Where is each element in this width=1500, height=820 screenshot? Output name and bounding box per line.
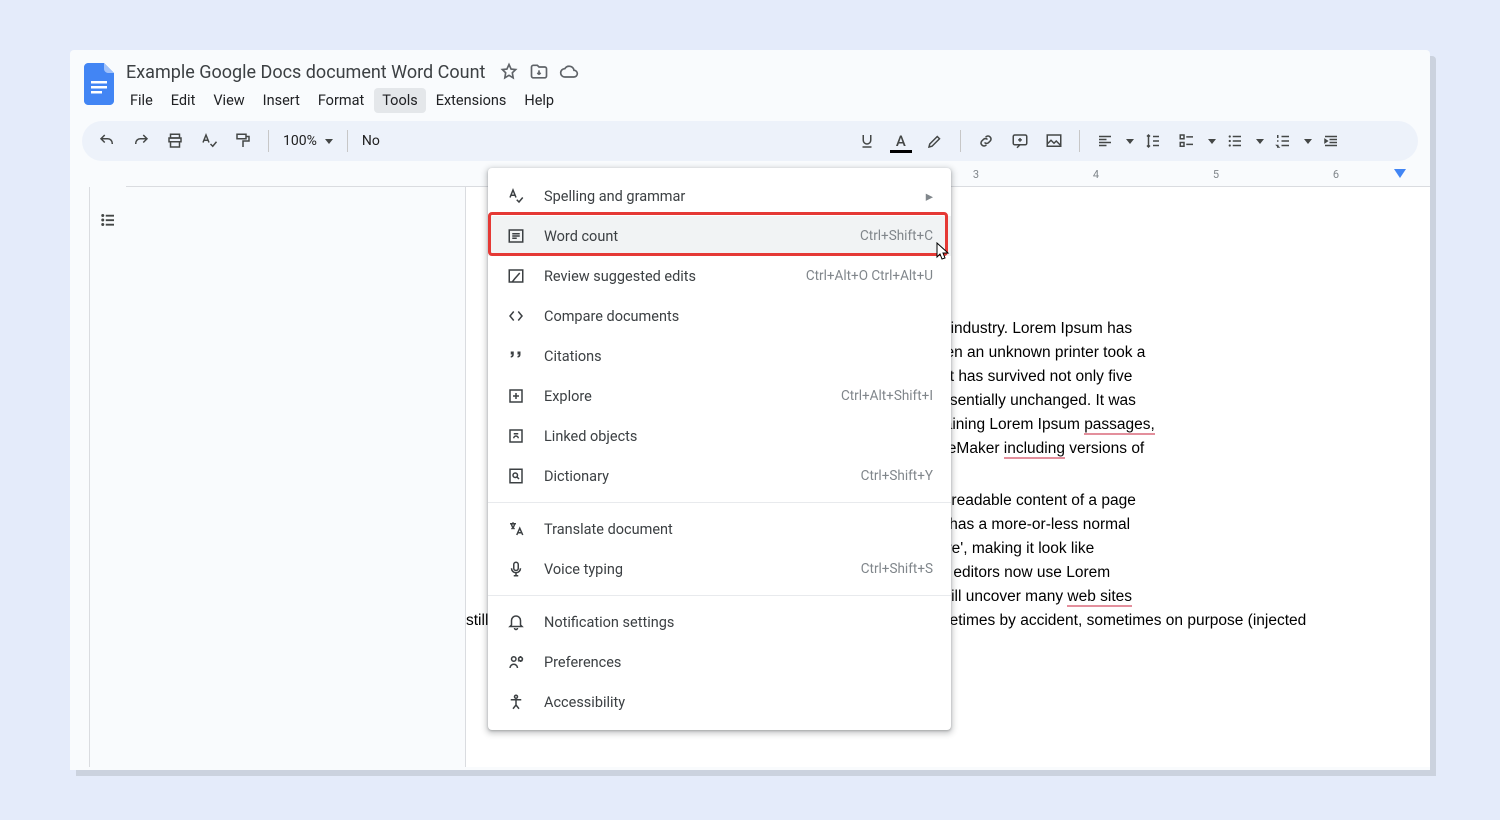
- tools-menu-item[interactable]: Word count Ctrl+Shift+C: [488, 216, 951, 256]
- menu-edit[interactable]: Edit: [163, 88, 204, 113]
- menu-item-label: Translate document: [544, 521, 933, 538]
- menu-insert[interactable]: Insert: [255, 88, 308, 113]
- dict-icon: [506, 467, 526, 485]
- menu-item-label: Explore: [544, 388, 823, 405]
- move-folder-icon[interactable]: [529, 62, 549, 82]
- menu-bar: File Edit View Insert Format Tools Exten…: [122, 88, 1418, 113]
- add-comment-button[interactable]: [1005, 126, 1035, 156]
- explore-icon: [506, 387, 526, 405]
- menu-shortcut: Ctrl+Shift+Y: [861, 468, 933, 484]
- spellcheck-button[interactable]: [194, 126, 224, 156]
- menu-tools[interactable]: Tools: [374, 88, 426, 113]
- menu-item-label: Review suggested edits: [544, 268, 788, 285]
- submenu-arrow-icon: ▸: [926, 188, 933, 205]
- tools-menu-item[interactable]: Spelling and grammar ▸: [488, 176, 951, 216]
- menu-item-label: Preferences: [544, 654, 933, 671]
- menu-separator: [488, 502, 951, 503]
- body-text: when an unknown printer took a: [921, 344, 1145, 361]
- cloud-status-icon[interactable]: [559, 62, 579, 82]
- document-title[interactable]: Example Google Docs document Word Count: [122, 60, 489, 85]
- undo-button[interactable]: [92, 126, 122, 156]
- access-icon: [506, 693, 526, 711]
- tools-menu-item[interactable]: Accessibility: [488, 682, 951, 722]
- paint-format-button[interactable]: [228, 126, 258, 156]
- review-icon: [506, 267, 526, 285]
- tools-menu-item[interactable]: Dictionary Ctrl+Shift+Y: [488, 456, 951, 496]
- print-button[interactable]: [160, 126, 190, 156]
- menu-shortcut: Ctrl+Shift+C: [860, 228, 933, 244]
- menu-item-label: Word count: [544, 228, 842, 245]
- tools-menu-item[interactable]: Notification settings: [488, 602, 951, 642]
- menu-shortcut: Ctrl+Alt+Shift+I: [841, 388, 933, 404]
- bell-icon: [506, 613, 526, 631]
- translate-icon: [506, 520, 526, 538]
- ruler-tick: 4: [1093, 168, 1099, 181]
- tools-menu-item[interactable]: Citations: [488, 336, 951, 376]
- menu-separator: [488, 595, 951, 596]
- ruler-tick: 3: [973, 168, 979, 181]
- ruler-tick: 6: [1333, 168, 1339, 181]
- star-icon[interactable]: [499, 62, 519, 82]
- spelling-underline: including: [1004, 440, 1065, 459]
- vertical-ruler[interactable]: [70, 187, 90, 767]
- tools-menu-item[interactable]: Linked objects: [488, 416, 951, 456]
- text-color-button[interactable]: A: [886, 126, 916, 156]
- outline-toggle-icon[interactable]: [93, 205, 123, 235]
- tools-menu-item[interactable]: Preferences: [488, 642, 951, 682]
- menu-item-label: Compare documents: [544, 308, 933, 325]
- docs-logo-icon[interactable]: [82, 60, 118, 108]
- quote-icon: [506, 347, 526, 365]
- checklist-button[interactable]: [1172, 126, 1202, 156]
- tools-menu-item[interactable]: Compare documents: [488, 296, 951, 336]
- tools-menu-item[interactable]: Explore Ctrl+Alt+Shift+I: [488, 376, 951, 416]
- zoom-select[interactable]: 100%: [279, 133, 337, 149]
- align-button[interactable]: [1090, 126, 1120, 156]
- menu-shortcut: Ctrl+Alt+O Ctrl+Alt+U: [806, 268, 933, 284]
- header: Example Google Docs document Word Count …: [70, 50, 1430, 113]
- menu-extensions[interactable]: Extensions: [428, 88, 515, 113]
- menu-shortcut: Ctrl+Shift+S: [861, 561, 933, 577]
- tools-menu-item[interactable]: Review suggested edits Ctrl+Alt+O Ctrl+Al…: [488, 256, 951, 296]
- tools-dropdown: Spelling and grammar ▸ Word count Ctrl+Shif…: [488, 168, 951, 730]
- right-indent-marker[interactable]: [1394, 169, 1406, 178]
- decrease-indent-button[interactable]: [1316, 126, 1346, 156]
- mouse-cursor-icon: [936, 242, 952, 262]
- line-spacing-button[interactable]: [1138, 126, 1168, 156]
- bulleted-list-button[interactable]: [1220, 126, 1250, 156]
- menu-file[interactable]: File: [122, 88, 161, 113]
- menu-item-label: Accessibility: [544, 694, 933, 711]
- menu-item-label: Voice typing: [544, 561, 843, 578]
- toolbar: 100% No A: [82, 121, 1418, 161]
- insert-image-button[interactable]: [1039, 126, 1069, 156]
- spelling-underline: web sites: [1067, 588, 1132, 607]
- compare-icon: [506, 307, 526, 325]
- prefs-icon: [506, 653, 526, 671]
- numbered-list-button[interactable]: [1268, 126, 1298, 156]
- menu-item-label: Linked objects: [544, 428, 933, 445]
- ruler-tick: 5: [1213, 168, 1219, 181]
- body-text: versions of: [1065, 440, 1144, 457]
- tools-menu-item[interactable]: Voice typing Ctrl+Shift+S: [488, 549, 951, 589]
- menu-view[interactable]: View: [205, 88, 252, 113]
- menu-item-label: Spelling and grammar: [544, 188, 908, 205]
- linked-icon: [506, 427, 526, 445]
- menu-item-label: Dictionary: [544, 468, 843, 485]
- insert-link-button[interactable]: [971, 126, 1001, 156]
- underline-button[interactable]: [852, 126, 882, 156]
- menu-help[interactable]: Help: [516, 88, 562, 113]
- highlight-color-button[interactable]: [920, 126, 950, 156]
- tools-menu-item[interactable]: Translate document: [488, 509, 951, 549]
- body-text: ' will uncover many: [933, 588, 1068, 605]
- redo-button[interactable]: [126, 126, 156, 156]
- menu-format[interactable]: Format: [310, 88, 372, 113]
- style-select[interactable]: No: [358, 133, 384, 149]
- mic-icon: [506, 560, 526, 578]
- spell-icon: [506, 187, 526, 205]
- spelling-underline: passages,: [1084, 416, 1155, 435]
- wordcount-icon: [506, 227, 526, 245]
- menu-item-label: Citations: [544, 348, 933, 365]
- menu-item-label: Notification settings: [544, 614, 933, 631]
- app-window: Example Google Docs document Word Count …: [70, 50, 1430, 770]
